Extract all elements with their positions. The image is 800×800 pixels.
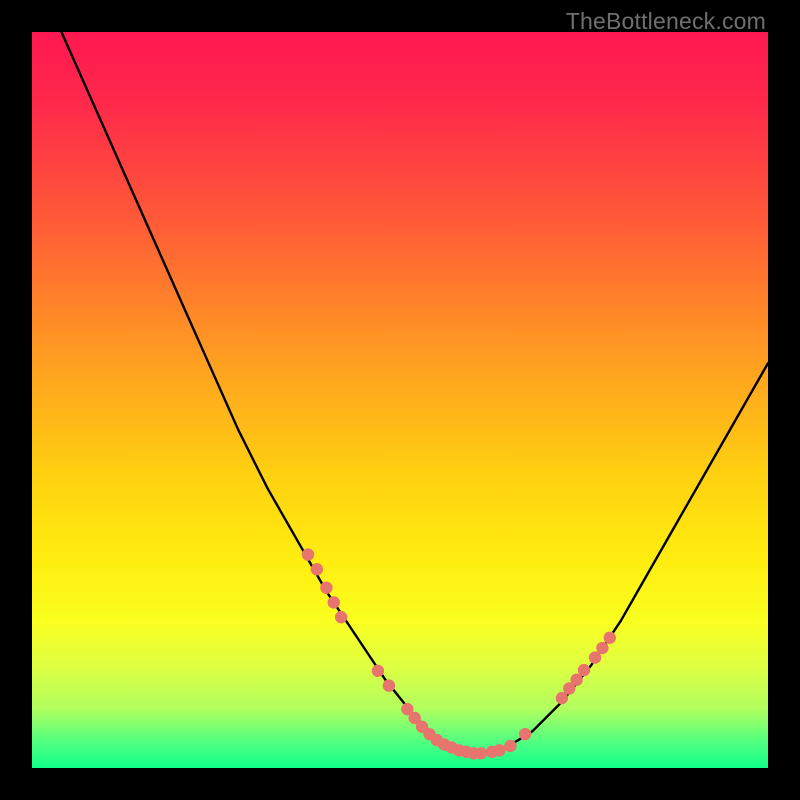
marker-dot: [578, 664, 590, 676]
bottleneck-curve: [61, 32, 768, 753]
watermark-text: TheBottleneck.com: [566, 8, 766, 35]
marker-dot: [320, 581, 332, 593]
marker-dot: [311, 563, 323, 575]
marker-dot: [604, 632, 616, 644]
marker-dot: [328, 596, 340, 608]
marker-group: [302, 548, 616, 759]
marker-dot: [335, 611, 347, 623]
marker-dot: [493, 744, 505, 756]
bottleneck-curve-svg: [32, 32, 768, 768]
chart-frame: TheBottleneck.com: [0, 0, 800, 800]
marker-dot: [504, 740, 516, 752]
marker-dot: [302, 548, 314, 560]
marker-dot: [372, 665, 384, 677]
plot-area: [32, 32, 768, 768]
marker-dot: [475, 747, 487, 759]
marker-dot: [519, 728, 531, 740]
marker-dot: [383, 679, 395, 691]
marker-dot: [596, 642, 608, 654]
